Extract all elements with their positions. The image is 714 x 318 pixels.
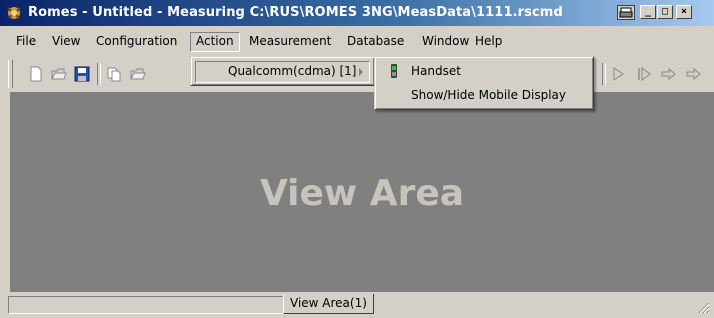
menu-file[interactable]: File (11, 32, 41, 50)
status-panel (8, 296, 284, 314)
tab-view-area-1[interactable]: View Area(1) (283, 294, 374, 314)
toolbar-grip[interactable] (8, 60, 13, 88)
menu-bar: File View Configuration Action Measureme… (0, 27, 714, 55)
arrow-right-icon[interactable] (659, 64, 679, 84)
printer-icon[interactable] (617, 5, 635, 20)
toolbar-separator (602, 63, 606, 85)
menu-configuration[interactable]: Configuration (91, 32, 182, 50)
open-recent-icon[interactable] (128, 64, 148, 84)
step-forward-icon[interactable] (634, 64, 654, 84)
view-area-label: View Area (259, 173, 465, 214)
submenu-item-handset[interactable]: Handset (378, 60, 590, 82)
action-menu: Qualcomm(cdma) [1] (190, 56, 375, 86)
toolbar-separator (97, 63, 101, 85)
menu-view[interactable]: View (47, 32, 85, 50)
submenu-arrow-icon (359, 68, 363, 76)
new-icon[interactable] (26, 64, 46, 84)
arrow-right-icon[interactable] (684, 64, 704, 84)
save-icon[interactable] (72, 64, 92, 84)
menu-measurement[interactable]: Measurement (244, 32, 336, 50)
close-button[interactable]: × (676, 5, 692, 19)
menu-window[interactable]: Window (417, 32, 474, 50)
status-bar: View Area(1) (0, 294, 714, 318)
minimize-button[interactable]: _ (640, 5, 656, 19)
submenu-item-show-hide-mobile-display[interactable]: Show/Hide Mobile Display (378, 84, 590, 106)
menu-item-qualcomm-cdma[interactable]: Qualcomm(cdma) [1] (195, 61, 370, 83)
menu-help[interactable]: Help (470, 32, 507, 50)
resize-grip-icon[interactable] (698, 302, 710, 314)
menu-action[interactable]: Action (190, 32, 240, 52)
menu-database[interactable]: Database (342, 32, 409, 50)
qualcomm-submenu: Handset Show/Hide Mobile Display (374, 56, 594, 110)
title-bar: Romes - Untitled - Measuring C:\RUS\ROME… (0, 0, 714, 26)
copy-icon[interactable] (104, 64, 124, 84)
open-icon[interactable] (49, 64, 69, 84)
handset-icon (391, 64, 397, 78)
menu-item-label: Qualcomm(cdma) [1] (228, 64, 357, 78)
romes-app-icon[interactable] (6, 5, 22, 21)
view-area[interactable]: View Area (10, 92, 714, 292)
restore-button[interactable]: □ (657, 5, 673, 19)
play-icon[interactable] (608, 64, 628, 84)
submenu-item-label: Handset (411, 64, 461, 78)
window-title: Romes - Untitled - Measuring C:\RUS\ROME… (28, 5, 563, 20)
submenu-item-label: Show/Hide Mobile Display (411, 88, 567, 102)
